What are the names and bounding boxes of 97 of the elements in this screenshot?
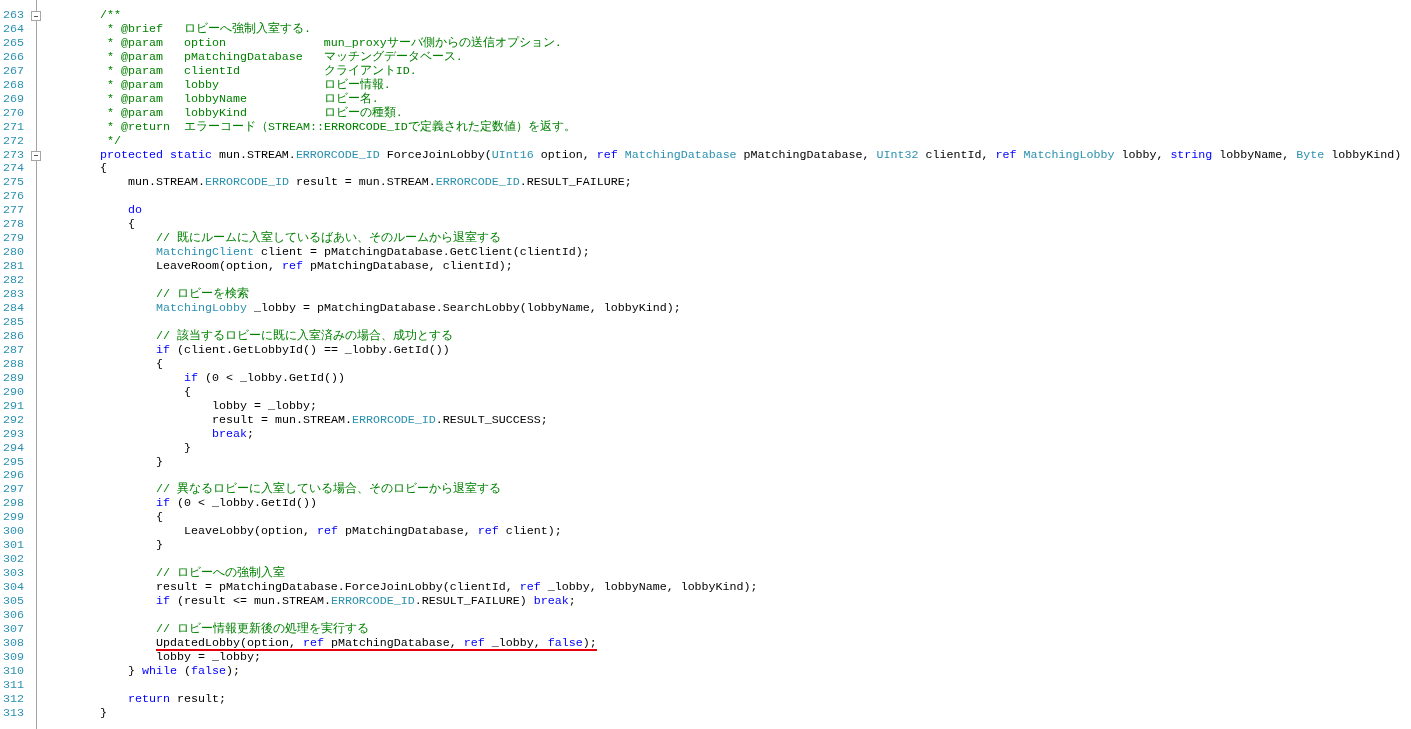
line-number: 265 xyxy=(2,36,25,51)
collapse-icon[interactable] xyxy=(31,150,41,161)
line-number: 281 xyxy=(2,260,25,275)
line-number: 284 xyxy=(2,302,25,316)
code-line: result = pMatchingDatabase.ForceJoinLobby(clientId, ref _lobby, lobbyName, lobbyKind); xyxy=(155,581,759,596)
code-line: LeaveLobby(option, ref pMatchingDatabase, ref client); xyxy=(183,525,563,540)
code-line: * @brief ロビーへ強制入室する. xyxy=(106,22,312,37)
line-number: 303 xyxy=(2,567,25,582)
line-number: 289 xyxy=(2,371,25,386)
code-line: lobby = _lobby; xyxy=(211,399,318,414)
line-number: 269 xyxy=(2,92,25,107)
line-number: 286 xyxy=(2,329,25,344)
line-number: 312 xyxy=(2,692,25,707)
line-number: 304 xyxy=(2,581,25,596)
line-number: 266 xyxy=(2,50,25,65)
code-line: protected static mun.STREAM.ERRORCODE_ID ForceJoinLobby(UInt16 option, ref MatchingDatabase pMatchingDatabase, UInt32 clientId, ref MatchingLobby lobby, string lobbyName, Byte lobbyKind) xyxy=(99,148,1403,163)
line-number: 287 xyxy=(2,343,25,358)
code-line: // ロビーを検索 xyxy=(155,288,250,302)
code-line: } xyxy=(183,441,192,456)
code-line: * @param lobby ロビー情報. xyxy=(106,78,392,92)
code-line: * @param lobbyName ロビー名. xyxy=(106,92,380,106)
line-number: 290 xyxy=(2,385,25,400)
line-number: 298 xyxy=(2,497,25,512)
line-number: 305 xyxy=(2,595,25,609)
line-number: 280 xyxy=(2,246,25,261)
line-number: 308 xyxy=(2,636,25,651)
code-line: result = mun.STREAM.ERRORCODE_ID.RESULT_SUCCESS; xyxy=(211,413,549,428)
code-line: * @return エラーコード（STREAM::ERRORCODE_IDで定義された定数値）を返す。 xyxy=(106,120,577,135)
code-line: // 該当するロビーに既に入室済みの場合、成功とする xyxy=(155,329,454,344)
code-line: MatchingClient client = pMatchingDatabase.GetClient(clientId); xyxy=(155,246,591,261)
line-number: 310 xyxy=(2,664,25,679)
code-line: MatchingLobby _lobby = pMatchingDatabase.SearchLobby(lobbyName, lobbyKind); xyxy=(155,302,682,316)
line-number: 263 xyxy=(2,9,25,23)
code-line: { xyxy=(155,511,164,526)
code-line: if (0 < _lobby.GetId()) xyxy=(183,371,346,386)
code-line: /** xyxy=(99,9,122,23)
code-line: LeaveRoom(option, ref pMatchingDatabase, clientId); xyxy=(155,260,514,275)
line-number: 291 xyxy=(2,399,25,414)
code-line: // ロビー情報更新後の処理を実行する xyxy=(155,622,370,637)
code-line: } while (false); xyxy=(127,664,241,679)
line-number: 307 xyxy=(2,622,25,637)
code-line: } xyxy=(155,539,164,554)
line-number: 306 xyxy=(2,609,25,623)
line-number: 283 xyxy=(2,288,25,302)
line-number: 279 xyxy=(2,232,25,247)
line-number: 270 xyxy=(2,106,25,121)
line-number: 293 xyxy=(2,427,25,442)
code-line: * @param pMatchingDatabase マッチングデータベース. xyxy=(106,50,464,65)
code-line: if (0 < _lobby.GetId()) xyxy=(155,497,318,512)
code-line: mun.STREAM.ERRORCODE_ID result = mun.STREAM.ERRORCODE_ID.RESULT_FAILURE; xyxy=(127,176,633,191)
line-number: 276 xyxy=(2,190,25,205)
line-number: 275 xyxy=(2,176,25,191)
code-line: { xyxy=(155,357,164,372)
code-line: return result; xyxy=(127,692,227,707)
line-number: 295 xyxy=(2,455,25,470)
line-number: 301 xyxy=(2,539,25,554)
line-number: 267 xyxy=(2,64,25,79)
code-line: { xyxy=(99,162,108,177)
code-line: } xyxy=(99,706,108,721)
code-line: break; xyxy=(211,427,255,442)
line-number: 273 xyxy=(2,148,25,163)
line-number: 311 xyxy=(2,678,25,693)
line-number: 294 xyxy=(2,441,25,456)
code-line: if (client.GetLobbyId() == _lobby.GetId()) xyxy=(155,343,451,358)
line-number: 272 xyxy=(2,134,25,149)
code-line: // ロビーへの強制入室 xyxy=(155,567,286,582)
code-line: do xyxy=(127,204,143,219)
code-line: if (result <= mun.STREAM.ERRORCODE_ID.RESULT_FAILURE) break; xyxy=(155,595,577,609)
code-line: lobby = _lobby; xyxy=(155,650,262,665)
line-number: 288 xyxy=(2,357,25,372)
line-number: 296 xyxy=(2,469,25,484)
line-number: 282 xyxy=(2,274,25,289)
line-number: 268 xyxy=(2,78,25,93)
line-number: 285 xyxy=(2,315,25,330)
line-number: 300 xyxy=(2,525,25,540)
code-line: { xyxy=(183,385,192,400)
line-number: 271 xyxy=(2,120,25,135)
line-number: 302 xyxy=(2,553,25,568)
line-number: 299 xyxy=(2,511,25,526)
line-number: 292 xyxy=(2,413,25,428)
code-line: // 既にルームに入室しているばあい、そのルームから退室する xyxy=(155,232,502,247)
code-line: UpdatedLobby(option, ref pMatchingDatabase, ref _lobby, false); xyxy=(155,636,598,651)
code-line: * @param clientId クライアントID. xyxy=(106,64,418,78)
line-number: 274 xyxy=(2,162,25,177)
code-line: * @param option mun_proxyサーバ側からの送信オプション. xyxy=(106,36,563,51)
code-line: { xyxy=(127,218,136,233)
line-number: 264 xyxy=(2,22,25,37)
line-number: 309 xyxy=(2,650,25,665)
line-number: 277 xyxy=(2,204,25,219)
collapse-icon[interactable] xyxy=(31,11,41,21)
code-line: * @param lobbyKind ロビーの種類. xyxy=(106,106,404,121)
code-line: */ xyxy=(106,134,122,149)
line-number: 278 xyxy=(2,218,25,233)
line-number: 313 xyxy=(2,706,25,721)
code-line: } xyxy=(155,455,164,470)
code-line: // 異なるロビーに入室している場合、そのロビーから退室する xyxy=(155,483,502,498)
line-number: 297 xyxy=(2,483,25,498)
